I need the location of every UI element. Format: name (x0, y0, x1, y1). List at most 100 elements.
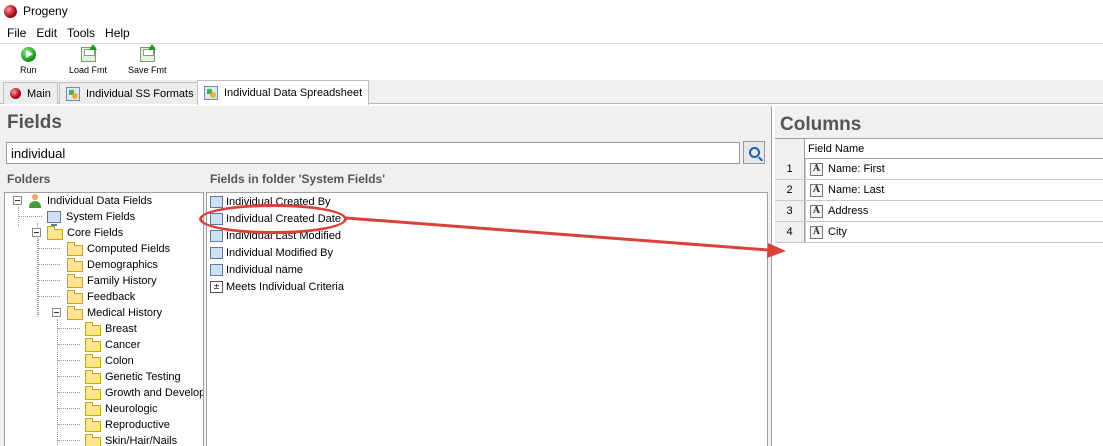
table-row[interactable]: 3 A Address (775, 201, 1103, 222)
tree-item-label: Family History (87, 275, 157, 287)
row-number: 3 (775, 201, 805, 221)
save-format-icon (139, 44, 156, 62)
tree-item-cancer[interactable]: Cancer (85, 337, 140, 353)
spreadsheet-icon (204, 86, 218, 100)
field-search-input[interactable]: individual (6, 142, 740, 164)
field-name-cell[interactable]: A Address (805, 201, 868, 221)
collapse-icon[interactable] (13, 196, 22, 205)
tree-item-core-fields[interactable]: Core Fields (47, 225, 123, 241)
folder-icon (85, 433, 101, 446)
folder-icon (85, 401, 101, 416)
field-item-individual-modified-by[interactable]: Individual Modified By (210, 245, 333, 261)
menu-edit[interactable]: Edit (31, 26, 62, 40)
person-icon (28, 194, 42, 208)
field-item-label: Meets Individual Criteria (226, 281, 344, 293)
tree-item-label: Core Fields (67, 227, 124, 239)
row-number: 2 (775, 180, 805, 200)
tree-item-label: Medical History (87, 307, 163, 319)
load-format-button[interactable]: Load Fmt (69, 44, 107, 75)
folder-tree[interactable]: Individual Data Fields System Fields Cor… (4, 192, 204, 446)
tree-item-label: Neurologic (105, 403, 158, 415)
criteria-icon: ± (210, 281, 223, 293)
tree-item-label: Growth and Develop (105, 387, 204, 399)
field-name-cell[interactable]: A Name: Last (805, 180, 884, 200)
folder-icon (67, 241, 83, 256)
text-type-icon: A (810, 204, 823, 218)
row-number: 1 (775, 159, 805, 179)
search-button[interactable] (743, 141, 765, 164)
tree-item-label: Individual Data Fields (47, 195, 153, 207)
load-format-icon (80, 44, 97, 62)
fields-in-folder-label: Fields in folder 'System Fields' (210, 172, 386, 186)
text-type-icon: A (810, 225, 823, 239)
tree-item-individual-data-fields[interactable]: Individual Data Fields (28, 193, 152, 209)
system-field-icon (210, 264, 223, 276)
grid-corner (775, 139, 805, 159)
highlight-oval (199, 204, 347, 234)
menu-bar: File Edit Tools Help (0, 23, 1103, 42)
tree-item-computed-fields[interactable]: Computed Fields (67, 241, 170, 257)
field-name-text: Name: Last (828, 184, 885, 196)
tree-item-growth-and-develop[interactable]: Growth and Develop (85, 385, 204, 401)
tree-item-label: Computed Fields (87, 243, 171, 255)
field-item-label: Individual Modified By (226, 247, 334, 259)
system-field-icon (210, 247, 223, 259)
tab-individual-data-spreadsheet-label: Individual Data Spreadsheet (224, 87, 363, 99)
run-label: Run (20, 65, 37, 75)
collapse-icon[interactable] (32, 228, 41, 237)
tree-item-reproductive[interactable]: Reproductive (85, 417, 170, 433)
columns-grid-header: Field Name (775, 139, 1103, 159)
field-name-header[interactable]: Field Name (805, 139, 868, 158)
columns-grid[interactable]: Field Name 1 A Name: First 2 A Name: Las… (775, 138, 1103, 446)
folder-icon (67, 289, 83, 304)
folder-icon (85, 321, 101, 336)
system-field-icon (210, 196, 223, 208)
search-icon (748, 147, 760, 158)
tree-item-label: Skin/Hair/Nails (105, 435, 178, 446)
field-item-individual-name[interactable]: Individual name (210, 262, 303, 278)
run-button[interactable]: Run (20, 47, 37, 75)
tree-item-label: Cancer (105, 339, 141, 351)
tree-item-label: Colon (105, 355, 134, 367)
toolbar: Run Load Fmt Save Fmt (0, 43, 1103, 79)
tree-item-system-fields[interactable]: System Fields (47, 209, 135, 226)
tree-item-family-history[interactable]: Family History (67, 273, 157, 289)
tab-individual-data-spreadsheet[interactable]: Individual Data Spreadsheet (197, 80, 370, 105)
tree-item-demographics[interactable]: Demographics (67, 257, 158, 273)
tab-bar: Main Individual SS Formats Individual Da… (0, 80, 1103, 105)
folder-icon (85, 385, 101, 400)
field-name-cell[interactable]: A Name: First (805, 159, 885, 179)
columns-title: Columns (780, 114, 862, 135)
field-name-text: Name: First (828, 163, 885, 175)
menu-tools[interactable]: Tools (62, 26, 100, 40)
tab-main[interactable]: Main (3, 82, 58, 104)
folder-icon (67, 305, 83, 320)
title-bar: Progeny (0, 0, 1103, 22)
tree-item-genetic-testing[interactable]: Genetic Testing (85, 369, 181, 385)
table-row[interactable]: 2 A Name: Last (775, 180, 1103, 201)
tree-item-neurologic[interactable]: Neurologic (85, 401, 158, 417)
menu-help[interactable]: Help (100, 26, 135, 40)
field-item-meets-individual-criteria[interactable]: ± Meets Individual Criteria (210, 279, 344, 295)
tree-item-colon[interactable]: Colon (85, 353, 134, 369)
tab-individual-ss-formats[interactable]: Individual SS Formats (59, 82, 201, 104)
tree-item-feedback[interactable]: Feedback (67, 289, 135, 305)
table-row[interactable]: 1 A Name: First (775, 159, 1103, 180)
table-row[interactable]: 4 A City (775, 222, 1103, 243)
folder-icon (67, 273, 83, 288)
tab-main-label: Main (27, 87, 51, 100)
tree-item-medical-history[interactable]: Medical History (67, 305, 162, 321)
folders-label: Folders (7, 172, 51, 186)
field-name-cell[interactable]: A City (805, 222, 847, 242)
save-format-button[interactable]: Save Fmt (128, 44, 167, 75)
folder-icon (85, 353, 101, 368)
tree-item-skin-hair-nails[interactable]: Skin/Hair/Nails (85, 433, 177, 446)
spreadsheet-icon (66, 86, 80, 101)
tree-item-breast[interactable]: Breast (85, 321, 137, 337)
menu-file[interactable]: File (2, 26, 31, 40)
fields-panel: Fields individual Folders Fields in fold… (0, 106, 772, 446)
collapse-icon[interactable] (52, 308, 61, 317)
folder-icon (85, 417, 101, 432)
columns-panel: Columns Field Name 1 A Name: First 2 A N… (775, 106, 1103, 446)
window-title: Progeny (23, 4, 68, 18)
